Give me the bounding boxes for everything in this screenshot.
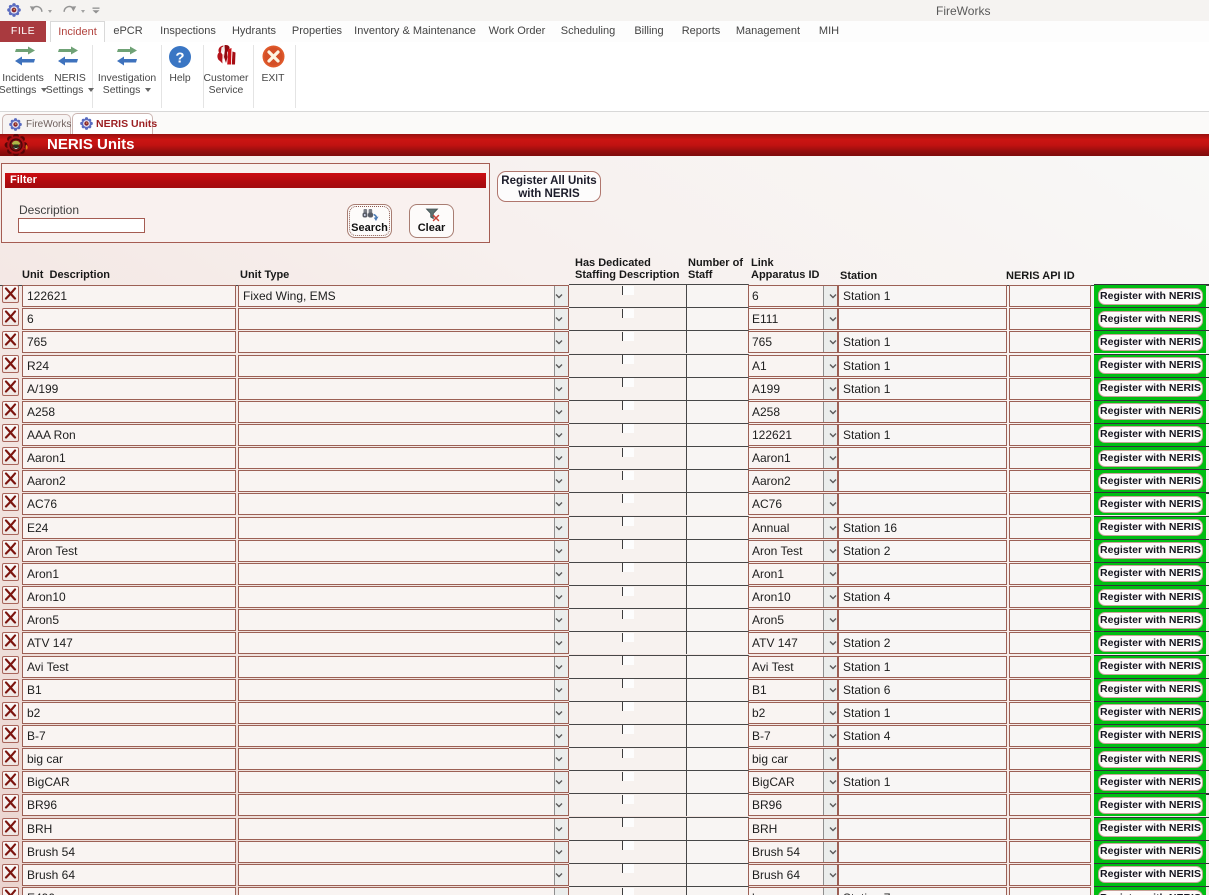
svg-text:?: ? [175,50,184,67]
